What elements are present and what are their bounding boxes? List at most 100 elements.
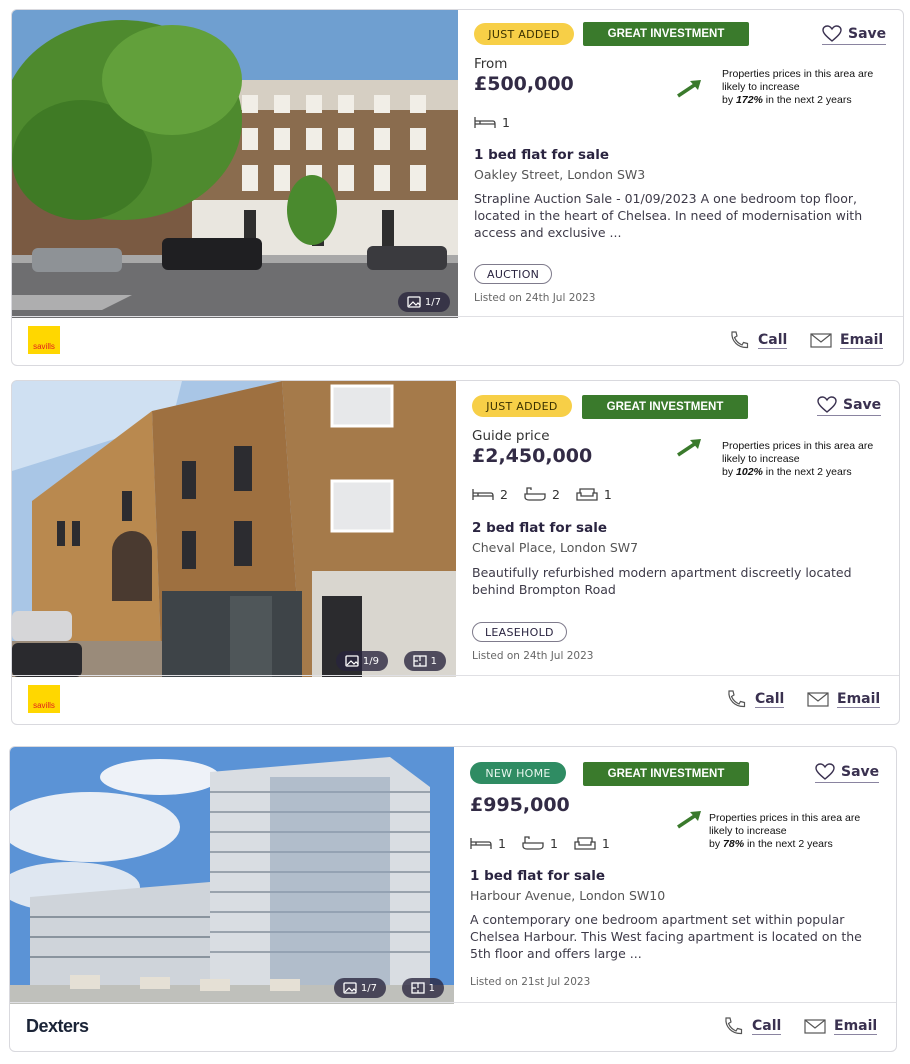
bedrooms: 1 [470,835,506,851]
photo-count: 1/9 [362,655,379,667]
listing-description: A contemporary one bedroom apartment set… [470,912,862,961]
forecast-period: in the next 2 years [762,94,852,106]
image-icon [343,982,357,994]
call-button[interactable]: Call [725,690,785,708]
phone-icon [725,1017,743,1035]
agent-logo[interactable]: savills [28,685,60,713]
property-photo[interactable]: 1/9 1 [12,381,456,677]
listing-title[interactable]: 2 bed flat for sale [472,520,607,536]
photo-count: 1/7 [424,296,441,308]
email-button[interactable]: Email [804,1017,878,1035]
save-button[interactable]: Save [822,25,887,45]
forecast-period: in the next 2 years [744,838,833,850]
photo-count: 1/7 [360,982,377,994]
bed-icon [470,838,492,849]
phone-icon [731,331,749,349]
email-button[interactable]: Email [807,690,881,708]
reception-count: 1 [601,835,610,851]
price-qualifier: From [474,56,508,72]
call-button[interactable]: Call [722,1017,782,1035]
listing-description: Strapline Auction Sale - 01/09/2023 A on… [474,191,863,240]
listing-footer: Dexters Call Email [10,1002,896,1051]
photo-count-badge[interactable]: 1/7 [397,292,450,312]
listing-title[interactable]: 1 bed flat for sale [470,868,605,884]
forecast-text: Properties prices in this area are likel… [709,812,861,837]
floorplan-count: 1 [430,655,437,667]
features: 2 2 1 [472,486,612,502]
mail-icon [810,333,832,348]
listing-card[interactable]: 1/7 1 NEW HOME GREAT INVESTMENT Save £99… [9,746,897,1052]
trend-up-icon [677,811,701,829]
photo-count-badge[interactable]: 1/9 [335,651,388,671]
property-photo[interactable]: 1/7 1 [10,747,454,1004]
features: 1 [474,114,510,130]
forecast-by: by [709,838,724,850]
features: 1 1 1 [470,835,610,851]
bath-icon [524,487,546,501]
floorplan-badge[interactable]: 1 [403,651,446,671]
listing-info: JUST ADDED GREAT INVESTMENT Save From £5… [458,10,903,316]
price: £500,000 [474,73,574,95]
email-button[interactable]: Email [810,331,884,349]
listing-address: Harbour Avenue, London SW10 [470,888,666,903]
listed-date: Listed on 24th Jul 2023 [474,292,596,304]
sofa-icon [576,488,598,501]
heart-icon [815,763,835,780]
listing-card[interactable]: 1/7 JUST ADDED GREAT INVESTMENT Save Fro… [11,9,904,366]
bedroom-count: 1 [498,835,506,851]
bath-icon [522,836,544,850]
trend-up-icon [677,439,701,457]
forecast-percent: 102% [736,466,763,478]
listing-description: Beautifully refurbished modern apartment… [472,565,852,597]
heart-icon [817,396,837,413]
bed-icon [472,489,494,500]
great-investment-badge: GREAT INVESTMENT [583,762,749,786]
call-label: Call [755,690,785,708]
tenure-pill: AUCTION [474,264,553,284]
call-button[interactable]: Call [728,331,788,349]
bed-icon [474,117,496,128]
floorplan-badge[interactable]: 1 [401,978,444,998]
bedroom-count: 2 [500,486,508,502]
forecast-by: by [722,466,737,478]
listed-date: Listed on 24th Jul 2023 [472,650,594,662]
photo-count-badge[interactable]: 1/7 [333,978,386,998]
bathrooms: 1 [522,835,558,851]
email-label: Email [834,1017,878,1035]
phone-icon [728,690,746,708]
receptions: 1 [574,835,610,851]
save-button[interactable]: Save [815,763,880,783]
floorplan-icon [412,655,427,667]
save-label: Save [841,764,880,780]
listing-footer: savills Call Email [12,316,903,365]
listed-date: Listed on 21st Jul 2023 [470,976,591,988]
property-photo[interactable]: 1/7 [12,10,458,318]
listing-card[interactable]: 1/9 1 JUST ADDED GREAT INVESTMENT Save G… [11,380,900,725]
mail-icon [804,1019,826,1034]
email-label: Email [840,331,884,349]
forecast-text: Properties prices in this area are likel… [722,68,874,93]
listing-info: JUST ADDED GREAT INVESTMENT Save Guide p… [456,381,899,675]
listing-footer: savills Call Email [12,675,899,724]
save-button[interactable]: Save [817,396,882,416]
email-label: Email [837,690,881,708]
price: £995,000 [470,794,570,816]
price: £2,450,000 [472,445,593,467]
great-investment-badge: GREAT INVESTMENT [583,22,749,46]
forecast-text: Properties prices in this area are likel… [722,440,874,465]
listing-title[interactable]: 1 bed flat for sale [474,147,609,163]
agent-logo[interactable]: Dexters [26,1016,89,1037]
bedrooms: 1 [474,114,510,130]
call-label: Call [758,331,788,349]
call-label: Call [752,1017,782,1035]
sofa-icon [574,837,596,850]
reception-count: 1 [603,486,612,502]
forecast-percent: 172% [736,94,763,106]
forecast-by: by [722,94,737,106]
agent-logo[interactable]: savills [28,326,60,354]
image-icon [407,296,421,308]
agent-name: savills [33,342,55,351]
bathrooms: 2 [524,486,560,502]
property-photo-image [10,747,454,1004]
forecast-period: in the next 2 years [762,466,852,478]
